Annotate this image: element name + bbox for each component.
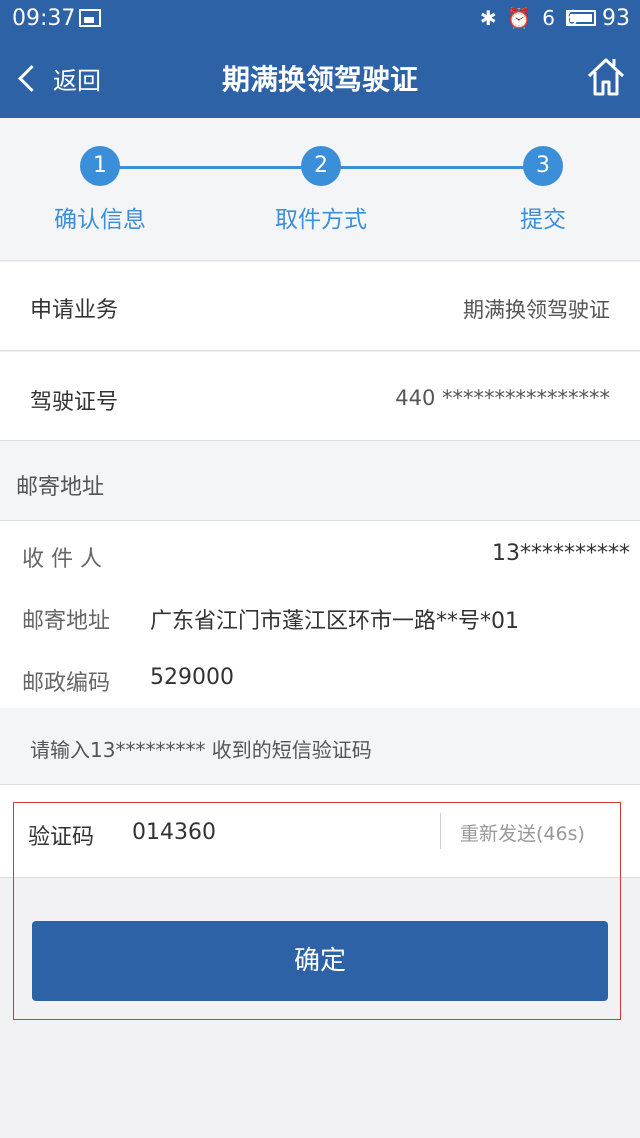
recipient-phone: 13********** (492, 541, 630, 566)
business-row: 申请业务 期满换领驾驶证 (0, 262, 640, 351)
step-label: 确认信息 (54, 207, 146, 233)
step-number: 2 (301, 146, 341, 186)
battery-level: 93 (602, 6, 630, 31)
step-label: 提交 (520, 207, 566, 233)
battery-icon (566, 10, 596, 26)
verification-label: 验证码 (28, 825, 95, 850)
address-value: 广东省江门市蓬江区环市一路**号*01 (150, 609, 519, 634)
step-number: 1 (80, 146, 120, 186)
divider (440, 813, 441, 849)
postcode-label: 邮政编码 (22, 671, 111, 696)
license-row: 驾驶证号 440 **************** (0, 352, 640, 441)
home-button[interactable] (586, 54, 626, 98)
system-status-icons: ✱ ⏰ 6 6 (479, 6, 580, 30)
status-bar: 09:37 ✱ ⏰ 6 6 93 (0, 0, 640, 38)
mail-section-header: 邮寄地址 (0, 441, 640, 521)
mail-section-title: 邮寄地址 (16, 475, 105, 500)
progress-stepper: 1 确认信息 2 取件方式 3 提交 (0, 118, 640, 261)
status-time: 09:37 (12, 6, 76, 31)
confirm-button[interactable]: 确定 (32, 921, 608, 1001)
business-label: 申请业务 (30, 298, 119, 323)
verification-code-input[interactable] (130, 811, 424, 853)
page-title: 期满换领驾驶证 (221, 63, 418, 96)
license-label: 驾驶证号 (30, 390, 119, 415)
step-connector (322, 166, 542, 169)
resend-code-button[interactable]: 重新发送(46s) (460, 819, 585, 846)
business-value: 期满换领驾驶证 (463, 298, 610, 322)
sms-hint-row: 请输入13********* 收到的短信验证码 (0, 708, 640, 785)
license-value: 440 **************** (395, 386, 610, 410)
verification-row: 验证码 重新发送(46s) (0, 785, 640, 878)
image-notification-icon (79, 9, 101, 27)
sms-hint-text: 请输入13********* 收到的短信验证码 (30, 738, 372, 762)
postcode-value: 529000 (150, 665, 234, 690)
step-number: 3 (523, 146, 563, 186)
address-label: 邮寄地址 (22, 609, 111, 634)
step-label: 取件方式 (275, 207, 367, 233)
recipient-label: 收 件 人 (22, 547, 102, 572)
address-block: 收 件 人 13********** 邮寄地址 广东省江门市蓬江区环市一路**号… (0, 521, 640, 709)
home-icon (587, 58, 625, 96)
nav-bar: 返回 期满换领驾驶证 (0, 38, 640, 118)
step-connector (100, 166, 320, 169)
